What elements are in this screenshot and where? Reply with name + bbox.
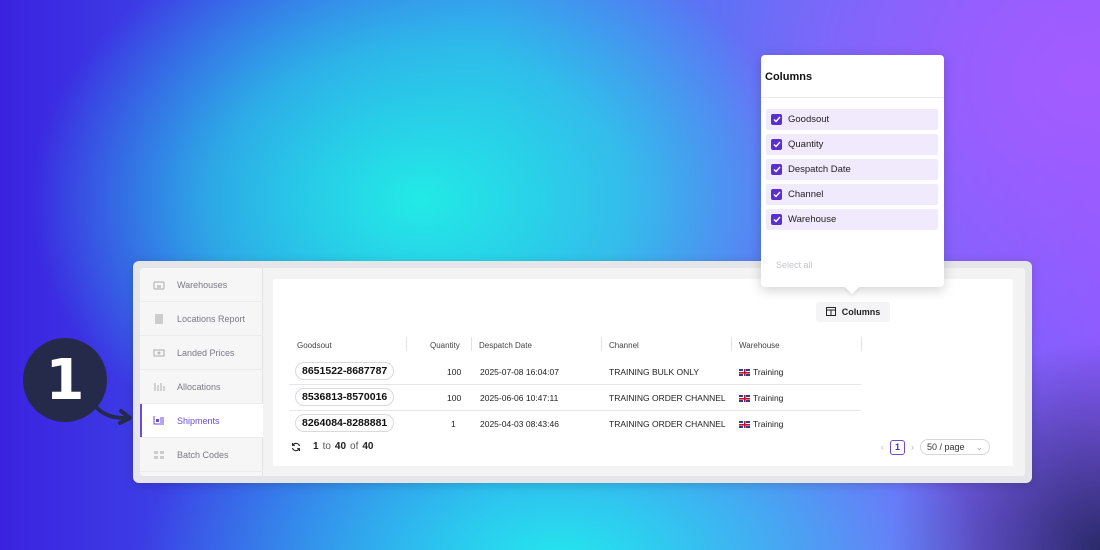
chevron-right-icon[interactable]: › <box>911 442 914 452</box>
range-end: 40 <box>334 441 347 452</box>
table-columns-icon <box>825 306 836 318</box>
pointer-arrow-icon <box>89 396 132 425</box>
column-option-goodsout[interactable]: Goodsout <box>766 109 938 130</box>
chevron-left-icon[interactable]: ‹ <box>881 442 884 452</box>
shipments-panel: Columns Goodsout Quantity Despatch Date … <box>273 279 1013 466</box>
warehouse-name: Training <box>753 393 784 403</box>
checkbox-checked-icon[interactable] <box>771 164 782 175</box>
table-row[interactable]: 8536813-8570016 100 2025-06-06 10:47:11 … <box>289 385 861 411</box>
batch-codes-icon <box>152 448 166 462</box>
warehouse-icon <box>152 278 166 292</box>
column-option-quantity[interactable]: Quantity <box>766 134 938 155</box>
range-of-label: of <box>350 441 359 452</box>
sidebar-item-label: Batch Codes <box>177 449 229 460</box>
app-window: Warehouses Locations Report Landed Price… <box>133 261 1032 483</box>
columns-button[interactable]: Columns <box>816 302 890 322</box>
option-label: Quantity <box>788 139 824 150</box>
warehouse-cell: Training <box>739 367 783 377</box>
table-row[interactable]: 8651522-8687787 100 2025-07-08 16:04:07 … <box>289 359 861 385</box>
sidebar-item-warehouses[interactable]: Warehouses <box>140 268 263 302</box>
table-row[interactable]: 8264084-8288881 1 2025-04-03 08:43:46 TR… <box>289 411 861 437</box>
warehouse-name: Training <box>753 367 784 377</box>
sidebar-item-label: Landed Prices <box>177 347 235 358</box>
channel-cell: TRAINING ORDER CHANNEL <box>609 419 726 429</box>
refresh-icon[interactable] <box>291 442 301 452</box>
checkbox-checked-icon[interactable] <box>771 114 782 125</box>
despatch-date-cell: 2025-04-03 08:43:46 <box>480 419 559 429</box>
quantity-cell: 1 <box>451 419 456 429</box>
sidebar-item-label: Locations Report <box>177 313 246 324</box>
header-warehouse[interactable]: Warehouse <box>739 341 780 350</box>
channel-cell: TRAINING ORDER CHANNEL <box>609 393 726 403</box>
quantity-cell: 100 <box>447 367 462 377</box>
uk-flag-icon <box>739 421 750 428</box>
range-start: 1 <box>313 441 319 452</box>
checkbox-checked-icon[interactable] <box>771 139 782 150</box>
column-option-warehouse[interactable]: Warehouse <box>766 209 938 230</box>
sidebar-item-shipments[interactable]: Shipments <box>140 404 263 438</box>
page-size-select[interactable]: 50 / page ⌄ <box>920 439 990 455</box>
option-label: Goodsout <box>788 114 830 125</box>
pagination: ‹ 1 › 50 / page ⌄ <box>881 439 990 455</box>
app-content: Warehouses Locations Report Landed Price… <box>140 268 1025 476</box>
option-label: Despatch Date <box>788 164 851 175</box>
header-divider <box>861 337 862 351</box>
pagination-summary: 1 to 40 of 40 <box>291 441 374 452</box>
channel-cell: TRAINING BULK ONLY <box>609 367 700 377</box>
total-count: 40 <box>362 441 374 452</box>
columns-button-label: Columns <box>841 307 881 317</box>
chevron-down-icon: ⌄ <box>975 441 983 452</box>
header-divider <box>471 337 472 351</box>
column-option-channel[interactable]: Channel <box>766 184 938 205</box>
header-channel[interactable]: Channel <box>609 341 639 350</box>
report-icon <box>152 312 166 326</box>
sidebar-item-label: Shipments <box>177 415 220 426</box>
columns-dropdown: Columns Goodsout Quantity Despatch Date … <box>761 55 944 287</box>
column-option-despatch-date[interactable]: Despatch Date <box>766 159 938 180</box>
page-button-current[interactable]: 1 <box>890 439 905 455</box>
quantity-cell: 100 <box>447 393 462 403</box>
divider <box>761 97 944 98</box>
uk-flag-icon <box>739 395 750 402</box>
header-divider <box>406 337 407 351</box>
despatch-date-cell: 2025-07-08 16:04:07 <box>480 367 559 377</box>
goodsout-pill[interactable]: 8536813-8570016 <box>295 388 395 406</box>
shipments-icon <box>152 414 166 428</box>
header-quantity[interactable]: Quantity <box>430 341 460 350</box>
range-to-label: to <box>322 441 331 452</box>
warehouse-cell: Training <box>739 419 783 429</box>
sidebar-item-batch-codes[interactable]: Batch Codes <box>140 438 263 472</box>
sidebar-item-landed-prices[interactable]: Landed Prices <box>140 336 263 370</box>
despatch-date-cell: 2025-06-06 10:47:11 <box>480 393 559 403</box>
select-all-button[interactable]: Select all <box>776 260 813 270</box>
header-goodsout[interactable]: Goodsout <box>297 341 332 350</box>
header-divider <box>731 337 732 351</box>
warehouse-name: Training <box>753 419 784 429</box>
page-size-value: 50 / page <box>927 442 965 452</box>
option-label: Warehouse <box>788 214 837 225</box>
dropdown-title: Columns <box>765 71 813 83</box>
price-tag-icon <box>152 346 166 360</box>
checkbox-checked-icon[interactable] <box>771 214 782 225</box>
sidebar: Warehouses Locations Report Landed Price… <box>140 268 263 476</box>
sidebar-item-label: Allocations <box>177 381 221 392</box>
goodsout-pill[interactable]: 8651522-8687787 <box>295 362 395 380</box>
uk-flag-icon <box>739 369 750 376</box>
allocations-icon <box>152 380 166 394</box>
warehouse-cell: Training <box>739 393 783 403</box>
option-label: Channel <box>788 189 824 200</box>
goodsout-pill[interactable]: 8264084-8288881 <box>295 414 395 432</box>
checkbox-checked-icon[interactable] <box>771 189 782 200</box>
header-divider <box>601 337 602 351</box>
header-despatch-date[interactable]: Despatch Date <box>479 341 532 350</box>
sidebar-item-allocations[interactable]: Allocations <box>140 370 263 404</box>
sidebar-item-label: Warehouses <box>177 279 228 290</box>
sidebar-item-locations-report[interactable]: Locations Report <box>140 302 263 336</box>
